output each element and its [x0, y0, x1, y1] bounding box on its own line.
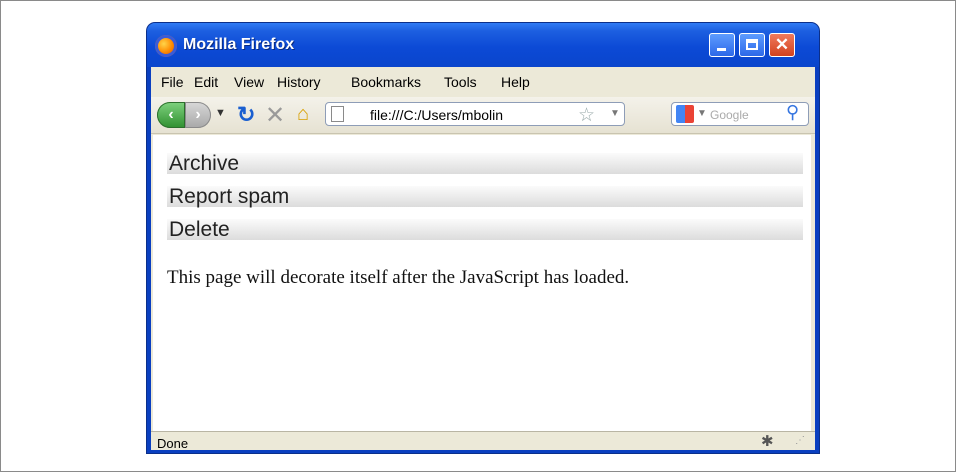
page-icon [331, 106, 344, 122]
star-icon[interactable]: ☆ [578, 104, 595, 127]
minimize-icon [717, 48, 726, 51]
menu-edit[interactable]: Edit [194, 74, 218, 90]
menu-tools[interactable]: Tools [444, 74, 477, 90]
menu-help[interactable]: Help [501, 74, 530, 90]
menu-view[interactable]: View [234, 74, 264, 90]
stop-icon[interactable]: ✕ [265, 101, 285, 130]
menu-bar: File Edit View History Bookmarks Tools H… [151, 67, 815, 95]
firefox-icon [155, 35, 177, 57]
search-placeholder[interactable]: Google [710, 108, 749, 122]
forward-button[interactable]: › [185, 102, 211, 128]
minimize-button[interactable] [709, 33, 735, 57]
menu-bookmarks[interactable]: Bookmarks [351, 74, 421, 90]
google-icon[interactable] [676, 105, 694, 123]
status-text: Done [157, 436, 189, 451]
menu-file[interactable]: File [161, 74, 184, 90]
bug-icon[interactable]: ✱ [761, 432, 774, 450]
report-spam-menu-item[interactable]: Report spam [167, 186, 803, 207]
page-content: Archive Report spam Delete This page wil… [153, 135, 811, 431]
url-dropdown-icon[interactable]: ▼ [610, 108, 620, 119]
status-bar: Done ✱ ⋰ [151, 431, 815, 451]
home-icon[interactable]: ⌂ [297, 103, 309, 126]
delete-menu-item[interactable]: Delete [167, 219, 803, 240]
page-message: This page will decorate itself after the… [167, 267, 630, 288]
maximize-icon [746, 39, 758, 50]
forward-arrow-icon: › [195, 106, 201, 123]
url-bar[interactable]: file:///C:/Users/mbolin ☆ ▼ [325, 102, 625, 126]
window-client-area: File Edit View History Bookmarks Tools H… [151, 67, 815, 451]
maximize-button[interactable] [739, 33, 765, 57]
reload-icon[interactable]: ↻ [237, 102, 255, 128]
browser-window: Mozilla Firefox ✕ File Edit View History… [147, 23, 819, 453]
window-title: Mozilla Firefox [183, 36, 295, 53]
url-text[interactable]: file:///C:/Users/mbolin [370, 107, 503, 123]
back-arrow-icon: ‹ [168, 106, 174, 123]
resize-grip-icon[interactable]: ⋰ [795, 435, 805, 446]
title-bar: Mozilla Firefox ✕ [147, 23, 819, 67]
menu-history[interactable]: History [277, 74, 321, 90]
history-dropdown-icon[interactable]: ▼ [215, 107, 226, 119]
back-button[interactable]: ‹ [157, 102, 185, 128]
close-icon: ✕ [774, 35, 790, 54]
close-button[interactable]: ✕ [769, 33, 795, 57]
search-bar[interactable]: ▼ Google ⚲ [671, 102, 809, 126]
magnifier-icon[interactable]: ⚲ [786, 102, 799, 123]
navigation-toolbar: ‹ › ▼ ↻ ✕ ⌂ file:///C:/Users/mbolin ☆ ▼ … [151, 97, 815, 134]
search-engine-dropdown-icon[interactable]: ▼ [697, 108, 707, 119]
screenshot-frame: Mozilla Firefox ✕ File Edit View History… [0, 0, 956, 472]
archive-menu-item[interactable]: Archive [167, 153, 803, 174]
